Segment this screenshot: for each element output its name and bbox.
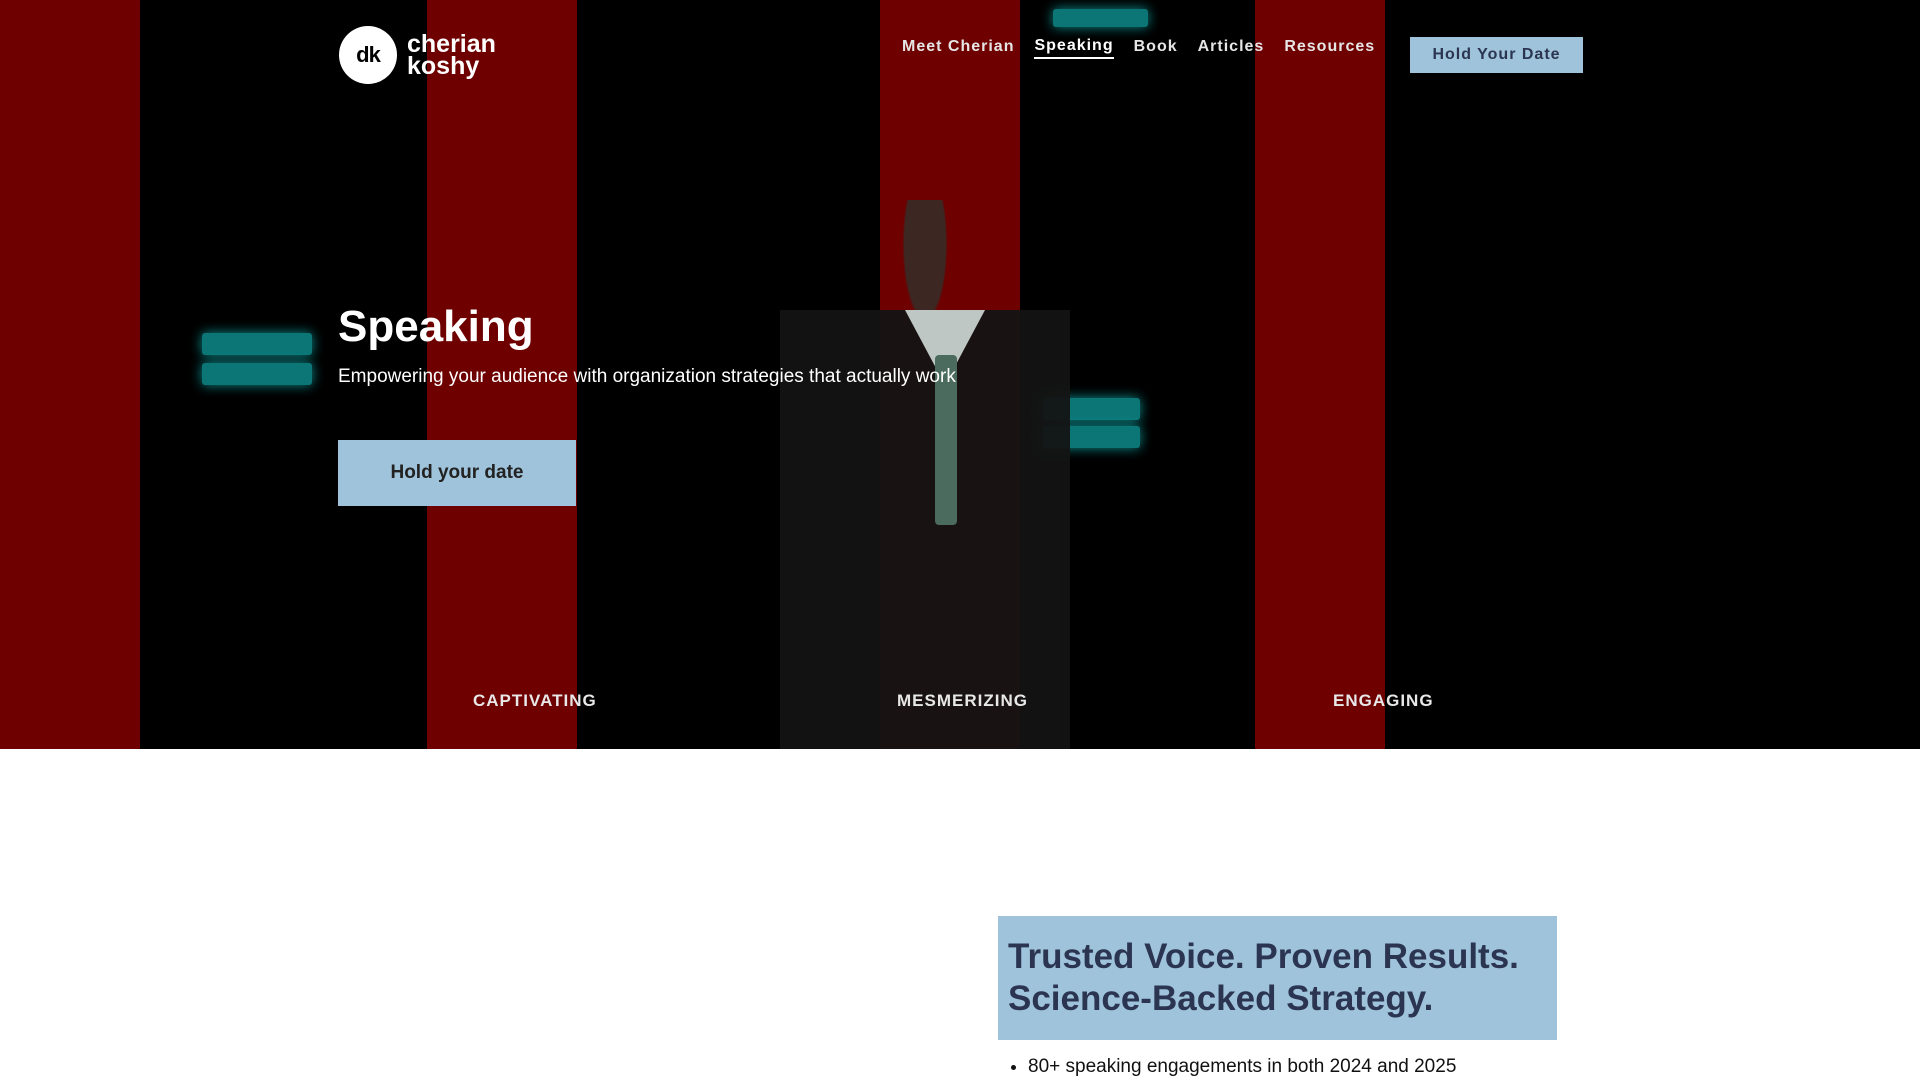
logo-wordmark: cherian koshy [407,32,496,80]
trusted-heading-box: Trusted Voice. Proven Results. Science-B… [998,916,1557,1040]
list-item: 80+ speaking engagements in both 2024 an… [1028,1056,1456,1078]
trusted-heading-line-1: Trusted Voice. Proven Results. [1008,937,1519,976]
stage-light [202,363,312,385]
logo-mark: dk [339,26,397,84]
trait-engaging: ENGAGING [1333,691,1434,710]
credentials-list: 80+ speaking engagements in both 2024 an… [1008,1056,1456,1078]
stage-light [202,333,312,355]
top-navigation: dk cherian koshy Meet Cherian Speaking B… [0,0,1920,110]
hero-subtitle: Empowering your audience with organizati… [338,366,956,387]
hold-your-date-button[interactable]: Hold your date [338,440,576,506]
page-title: Speaking [338,302,534,351]
nav-link-speaking[interactable]: Speaking [1034,37,1114,59]
speaker-photo [780,200,1070,749]
trusted-heading: Trusted Voice. Proven Results. Science-B… [1008,936,1547,1020]
hero-section: dk cherian koshy Meet Cherian Speaking B… [0,0,1920,749]
logo-line-2: koshy [407,52,480,80]
nav-links: Meet Cherian Speaking Book Articles Reso… [902,37,1395,59]
trait-mesmerizing: MESMERIZING [897,691,1028,710]
hold-your-date-nav-button[interactable]: Hold Your Date [1410,37,1583,73]
nav-link-articles[interactable]: Articles [1198,38,1265,58]
site-logo[interactable]: dk cherian koshy [339,26,496,84]
stage-backdrop-stripe [0,0,140,749]
nav-link-meet-cherian[interactable]: Meet Cherian [902,38,1014,58]
nav-link-book[interactable]: Book [1134,38,1178,58]
stage-backdrop-stripe [1255,0,1385,749]
trusted-heading-line-2: Science-Backed Strategy. [1008,979,1434,1018]
trait-captivating: CAPTIVATING [473,691,597,710]
nav-link-resources[interactable]: Resources [1284,38,1375,58]
